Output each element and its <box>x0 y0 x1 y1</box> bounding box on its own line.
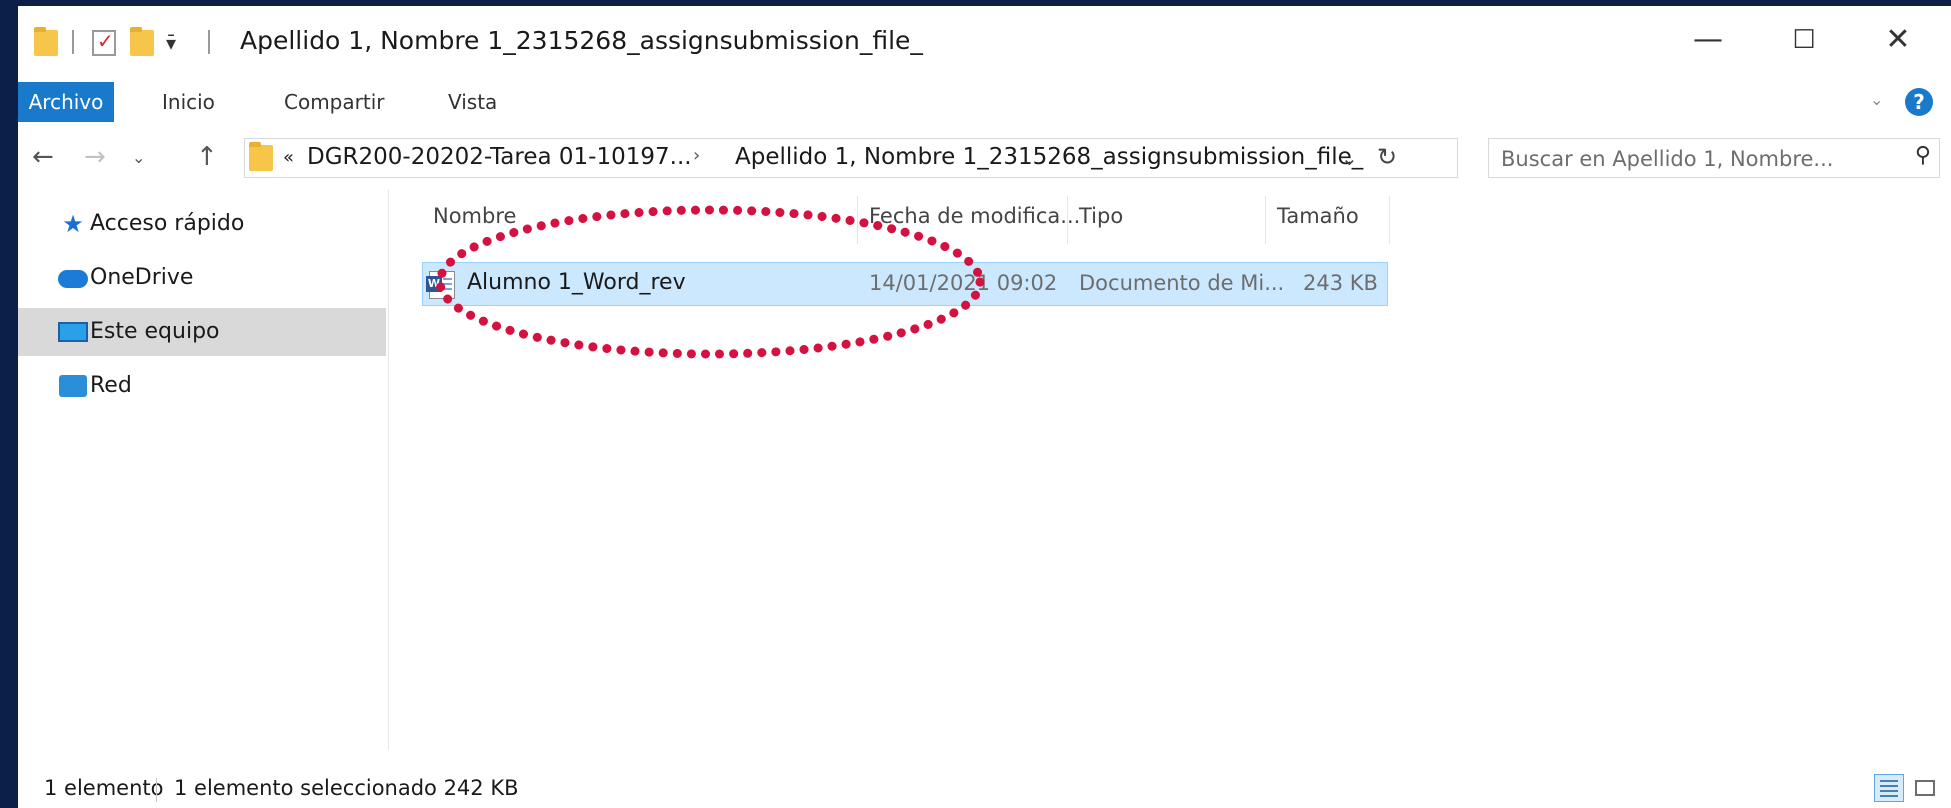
item-count: 1 elemento <box>44 776 164 800</box>
column-divider[interactable] <box>1389 196 1390 244</box>
tab-inicio[interactable]: Inicio <box>162 82 215 122</box>
customize-dropdown-icon[interactable]: ▾̄ <box>166 28 176 58</box>
maximize-icon[interactable]: ☐ <box>1774 20 1834 60</box>
refresh-icon[interactable]: ↻ <box>1377 143 1397 171</box>
search-box[interactable]: ⚲ <box>1488 138 1940 178</box>
file-type: Documento de Mi... <box>1079 271 1285 295</box>
expand-ribbon-icon[interactable]: ⌄ <box>1870 90 1883 109</box>
title-bar: ▾̄ Apellido 1, Nombre 1_2315268_assignsu… <box>18 6 1951 76</box>
cloud-icon <box>56 254 90 306</box>
back-icon[interactable]: ← <box>32 142 54 172</box>
breadcrumb-chevron-icon[interactable]: › <box>693 145 700 166</box>
nav-item-este-equipo[interactable]: Este equipo <box>18 308 386 356</box>
minimize-icon[interactable]: — <box>1678 20 1738 60</box>
up-icon[interactable]: ↑ <box>196 142 218 172</box>
explorer-window: ▾̄ Apellido 1, Nombre 1_2315268_assignsu… <box>18 6 1951 808</box>
file-size: 243 KB <box>1303 271 1378 295</box>
nav-label: OneDrive <box>90 265 194 290</box>
nav-label: Red <box>90 373 132 398</box>
tab-archivo[interactable]: Archivo <box>18 82 114 122</box>
search-icon[interactable]: ⚲ <box>1915 143 1931 168</box>
address-dropdown-icon[interactable]: ⌄ <box>1341 146 1358 170</box>
breadcrumb-parent[interactable]: DGR200-20202-Tarea 01-10197... <box>307 144 692 170</box>
recent-locations-icon[interactable]: ⌄ <box>132 148 145 167</box>
nav-item-onedrive[interactable]: OneDrive <box>18 254 386 302</box>
help-icon[interactable]: ? <box>1905 88 1933 116</box>
column-header-tamano[interactable]: Tamaño <box>1277 204 1359 228</box>
computer-icon <box>56 308 90 360</box>
new-folder-icon[interactable] <box>130 27 154 58</box>
breadcrumb-current[interactable]: Apellido 1, Nombre 1_2315268_assignsubmi… <box>735 144 1363 170</box>
column-divider[interactable] <box>1067 196 1068 244</box>
search-input[interactable] <box>1499 144 1883 174</box>
navigation-pane: ★ Acceso rápido OneDrive Este equipo Red <box>18 190 389 750</box>
toolbar-divider <box>72 30 74 54</box>
highlight-annotation <box>435 205 985 359</box>
address-row: ← → ⌄ ↑ « DGR200-20202-Tarea 01-10197...… <box>18 132 1951 184</box>
large-icons-view-icon[interactable] <box>1910 774 1940 802</box>
details-view-icon[interactable] <box>1874 774 1904 802</box>
nav-item-red[interactable]: Red <box>18 362 386 410</box>
nav-label: Este equipo <box>90 319 220 344</box>
column-divider[interactable] <box>1265 196 1266 244</box>
tab-vista[interactable]: Vista <box>448 82 497 122</box>
folder-icon <box>249 142 273 171</box>
close-icon[interactable]: ✕ <box>1868 20 1928 60</box>
tab-compartir[interactable]: Compartir <box>284 82 384 122</box>
status-divider <box>156 778 157 802</box>
nav-item-acceso-rapido[interactable]: ★ Acceso rápido <box>18 200 386 248</box>
breadcrumb-overflow[interactable]: « <box>283 147 294 168</box>
properties-icon[interactable] <box>92 28 116 58</box>
forward-icon[interactable]: → <box>84 142 106 172</box>
ribbon: Archivo Inicio Compartir Vista ⌄ ? <box>18 82 1951 122</box>
folder-icon <box>34 27 58 58</box>
column-header-tipo[interactable]: Tipo <box>1079 204 1123 228</box>
status-bar: 1 elemento 1 elemento seleccionado 242 K… <box>18 772 1951 808</box>
address-bar[interactable]: « DGR200-20202-Tarea 01-10197... › Apell… <box>244 138 1458 178</box>
star-icon: ★ <box>62 210 84 238</box>
network-icon <box>56 362 90 415</box>
window-title: Apellido 1, Nombre 1_2315268_assignsubmi… <box>240 26 923 55</box>
selection-info: 1 elemento seleccionado 242 KB <box>174 776 519 800</box>
toolbar-divider <box>208 30 210 54</box>
nav-label: Acceso rápido <box>90 211 245 236</box>
